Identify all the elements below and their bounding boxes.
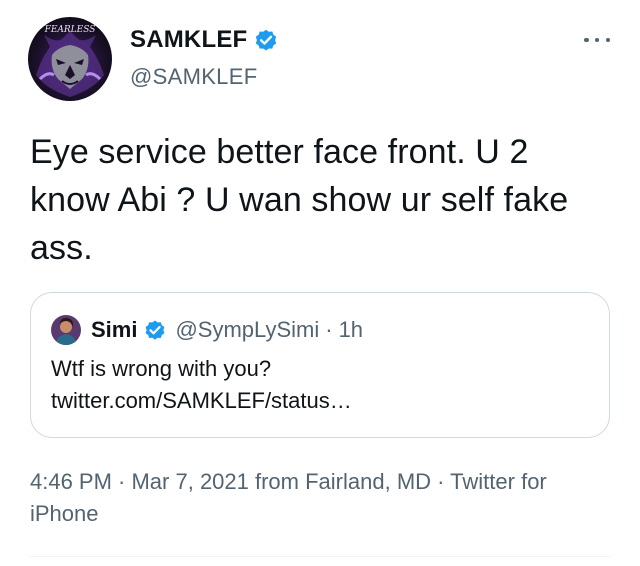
tweet-text: Eye service better face front. U 2 know … xyxy=(30,133,569,267)
quoted-author-avatar xyxy=(51,315,81,345)
author-handle[interactable]: @SAMKLEF xyxy=(130,64,279,90)
quoted-tweet-header: Simi @SympLySimi · 1h xyxy=(51,315,363,345)
quoted-tweet-text: Wtf is wrong with you? twitter.com/SAMKL… xyxy=(51,353,591,417)
author-avatar[interactable]: FEARLESS xyxy=(28,17,112,101)
avatar-logo-text: FEARLESS xyxy=(44,25,96,35)
divider xyxy=(30,556,610,557)
quoted-tweet[interactable]: Simi @SympLySimi · 1h Wtf is wrong with … xyxy=(30,292,610,438)
quoted-timestamp: 1h xyxy=(338,317,364,342)
quoted-author-handle: @SympLySimi xyxy=(175,317,320,342)
quoted-author-name: Simi xyxy=(91,317,138,342)
author-info: SAMKLEF @SAMKLEF xyxy=(130,26,279,90)
more-options-icon[interactable] xyxy=(584,30,610,50)
verified-badge-icon xyxy=(253,27,279,53)
tweet-meta: 4:46 PM · Mar 7, 2021 from Fairland, MD … xyxy=(30,469,547,526)
quoted-tweet-line: Wtf is wrong with you? xyxy=(51,356,272,381)
verified-badge-icon xyxy=(143,318,167,342)
quoted-tweet-link[interactable]: twitter.com/SAMKLEF/status… xyxy=(51,385,591,417)
lion-logo-image: FEARLESS xyxy=(28,17,112,101)
quoted-separator: · xyxy=(325,317,333,342)
author-name[interactable]: SAMKLEF xyxy=(130,26,247,54)
